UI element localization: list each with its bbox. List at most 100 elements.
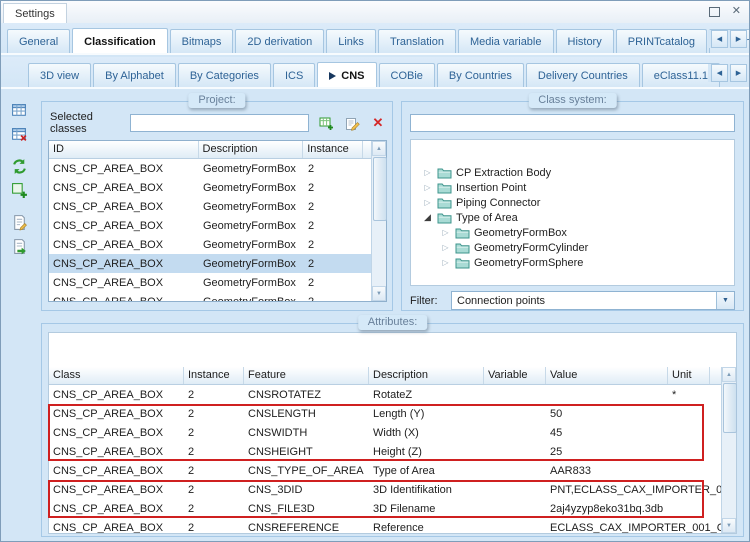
tab-3d-view[interactable]: 3D view <box>28 63 91 87</box>
scroll-up-icon[interactable]: ▲ <box>722 367 736 382</box>
cell-feature: CNSROTATEZ <box>244 389 369 401</box>
tab-ics[interactable]: ICS <box>273 63 315 87</box>
tab-media-variable[interactable]: Media variable <box>458 29 554 53</box>
column-header-unit[interactable]: Unit <box>668 367 710 384</box>
document-edit-icon[interactable] <box>7 211 31 233</box>
cell-instance: 2 <box>184 427 244 439</box>
class-system-search-input[interactable] <box>410 114 735 132</box>
tab-2d-derivation[interactable]: 2D derivation <box>235 29 324 53</box>
attribute-row[interactable]: CNS_CP_AREA_BOX2CNSREFERENCEReferenceECL… <box>49 518 721 533</box>
tab-links[interactable]: Links <box>326 29 376 53</box>
cell-description: GeometryFormBox <box>199 258 304 270</box>
project-class-row[interactable]: CNS_CP_AREA_BOXGeometryFormBox2 <box>49 254 371 273</box>
tree-item-geometryformcylinder[interactable]: ▷GeometryFormCylinder <box>411 240 734 255</box>
window-title-tab[interactable]: Settings <box>3 3 67 24</box>
column-header-feature[interactable]: Feature <box>244 367 369 384</box>
attributes-table-scrollbar[interactable]: ▲ ▼ <box>721 367 736 533</box>
project-class-row[interactable]: CNS_CP_AREA_BOXGeometryFormBox2 <box>49 159 371 178</box>
tab-by-categories[interactable]: By Categories <box>178 63 271 87</box>
tree-item-type-of-area[interactable]: ◢Type of Area <box>411 210 734 225</box>
tab-printcatalog[interactable]: PRINTcatalog <box>616 29 707 53</box>
chevron-down-icon[interactable]: ▼ <box>716 292 734 309</box>
restore-window-icon[interactable] <box>709 7 720 17</box>
column-header-id[interactable]: ID <box>49 141 199 158</box>
main-tab-strip: ◀ ▶ GeneralClassificationBitmaps2D deriv… <box>1 23 749 55</box>
tab-label: Translation <box>390 36 444 48</box>
subtabs-scroll-right-icon[interactable]: ▶ <box>730 64 747 82</box>
cell-description: GeometryFormBox <box>199 277 304 289</box>
refresh-classes-icon[interactable] <box>7 155 31 177</box>
expand-icon[interactable]: ▷ <box>440 243 451 252</box>
column-header-class[interactable]: Class <box>49 367 184 384</box>
attributes-table-body: CNS_CP_AREA_BOX2CNSROTATEZRotateZ*CNS_CP… <box>49 385 721 533</box>
column-header-variable[interactable]: Variable <box>484 367 546 384</box>
tab-classification[interactable]: Classification <box>72 28 168 55</box>
project-class-row[interactable]: CNS_CP_AREA_BOXGeometryFormBox2 <box>49 216 371 235</box>
selected-classes-input[interactable] <box>130 114 309 132</box>
subtabs-scroll-left-icon[interactable]: ◀ <box>711 64 728 82</box>
tree-item-geometryformsphere[interactable]: ▷GeometryFormSphere <box>411 255 734 270</box>
project-class-row[interactable]: CNS_CP_AREA_BOXGeometryFormBox2 <box>49 178 371 197</box>
column-header-description[interactable]: Description <box>199 141 304 158</box>
project-class-row[interactable]: CNS_CP_AREA_BOXGeometryFormBox2 <box>49 235 371 254</box>
edit-class-icon[interactable] <box>344 115 360 131</box>
expand-icon[interactable]: ▷ <box>422 168 433 177</box>
close-icon[interactable]: ✕ <box>732 6 741 17</box>
column-header-instance[interactable]: Instance <box>184 367 244 384</box>
attribute-row[interactable]: CNS_CP_AREA_BOX2CNS_FILE3D3D Filename2aj… <box>49 499 721 518</box>
cell-instance: 2 <box>184 484 244 496</box>
column-header-instance[interactable]: Instance <box>303 141 363 158</box>
scroll-down-icon[interactable]: ▼ <box>722 518 736 533</box>
table-import-icon[interactable] <box>7 99 31 121</box>
tree-item-geometryformbox[interactable]: ▷GeometryFormBox <box>411 225 734 240</box>
project-class-row[interactable]: CNS_CP_AREA_BOXGeometryFormBox2 <box>49 273 371 292</box>
table-remove-icon[interactable] <box>7 123 31 145</box>
attribute-row[interactable]: CNS_CP_AREA_BOX2CNSROTATEZRotateZ* <box>49 385 721 404</box>
tabs-scroll-right-icon[interactable]: ▶ <box>730 30 747 48</box>
column-header-description[interactable]: Description <box>369 367 484 384</box>
cell-id: CNS_CP_AREA_BOX <box>49 258 199 270</box>
tree-item-cp-extraction-body[interactable]: ▷CP Extraction Body <box>411 165 734 180</box>
scrollbar-thumb[interactable] <box>373 157 387 221</box>
attribute-row[interactable]: CNS_CP_AREA_BOX2CNSLENGTHLength (Y)50 <box>49 404 721 423</box>
tab-by-alphabet[interactable]: By Alphabet <box>93 63 176 87</box>
expand-icon[interactable]: ▷ <box>440 258 451 267</box>
attribute-row[interactable]: CNS_CP_AREA_BOX2CNS_TYPE_OF_AREAType of … <box>49 461 721 480</box>
document-export-icon[interactable] <box>7 235 31 257</box>
column-header-value[interactable]: Value <box>546 367 668 384</box>
project-class-row[interactable]: CNS_CP_AREA_BOXGeometryFormBox2 <box>49 197 371 216</box>
cell-instance: 2 <box>184 465 244 477</box>
tab-label: CNS <box>341 70 364 82</box>
scrollbar-thumb[interactable] <box>723 383 737 433</box>
tabs-scroll-left-icon[interactable]: ◀ <box>711 30 728 48</box>
cell-class: CNS_CP_AREA_BOX <box>49 427 184 439</box>
attribute-row[interactable]: CNS_CP_AREA_BOX2CNS_3DID3D Identifikatio… <box>49 480 721 499</box>
add-class-icon[interactable] <box>318 115 334 131</box>
project-table-header: ID Description Instance <box>49 141 371 159</box>
collapse-icon[interactable]: ◢ <box>422 212 433 223</box>
tab-bitmaps[interactable]: Bitmaps <box>170 29 234 53</box>
project-class-row[interactable]: CNS_CP_AREA_BOXGeometryFormBox2 <box>49 292 371 301</box>
add-classes-icon[interactable] <box>7 179 31 201</box>
expand-icon[interactable]: ▷ <box>422 183 433 192</box>
attribute-row[interactable]: CNS_CP_AREA_BOX2CNSHEIGHTHeight (Z)25 <box>49 442 721 461</box>
filter-dropdown[interactable]: Connection points ▼ <box>451 291 735 310</box>
remove-class-icon[interactable]: ✕ <box>370 115 386 131</box>
tab-cobie[interactable]: COBie <box>379 63 435 87</box>
cell-instance: 2 <box>304 296 364 302</box>
tab-cns[interactable]: CNS <box>317 62 376 89</box>
tab-by-countries[interactable]: By Countries <box>437 63 524 87</box>
tree-item-insertion-point[interactable]: ▷Insertion Point <box>411 180 734 195</box>
expand-icon[interactable]: ▷ <box>422 198 433 207</box>
tab-translation[interactable]: Translation <box>378 29 456 53</box>
expand-icon[interactable]: ▷ <box>440 228 451 237</box>
tree-item-piping-connector[interactable]: ▷Piping Connector <box>411 195 734 210</box>
attribute-row[interactable]: CNS_CP_AREA_BOX2CNSWIDTHWidth (X)45 <box>49 423 721 442</box>
tab-general[interactable]: General <box>7 29 70 53</box>
project-table-scrollbar[interactable]: ▲ ▼ <box>371 141 386 301</box>
scroll-up-icon[interactable]: ▲ <box>372 141 386 156</box>
tab-history[interactable]: History <box>556 29 614 53</box>
tab-label: 3D view <box>40 70 79 82</box>
tab-delivery-countries[interactable]: Delivery Countries <box>526 63 640 87</box>
scroll-down-icon[interactable]: ▼ <box>372 286 386 301</box>
